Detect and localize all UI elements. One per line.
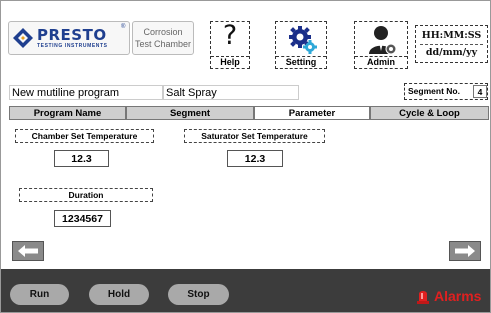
alarms-button[interactable]: Alarms (416, 286, 481, 306)
arrow-right-icon (455, 245, 475, 257)
setting-label: Setting (276, 56, 326, 68)
help-label: Help (211, 56, 249, 68)
tab-parameter[interactable]: Parameter (254, 106, 370, 120)
tab-bar: Program Name Segment Parameter Cycle & L… (9, 106, 489, 120)
stop-button[interactable]: Stop (168, 284, 229, 305)
chamber-title-line1: Corrosion (143, 27, 183, 37)
alarm-beacon-icon (417, 291, 429, 304)
tab-segment[interactable]: Segment (126, 106, 254, 120)
question-mark-icon: ? (222, 20, 238, 51)
saturator-temp-label: Saturator Set Temperature (184, 129, 325, 143)
hold-button[interactable]: Hold (89, 284, 149, 305)
datetime-divider (420, 44, 483, 45)
saturator-temp-input[interactable]: 12.3 (227, 150, 283, 167)
time-display: HH:MM:SS (421, 30, 482, 41)
program-type-field[interactable]: Salt Spray (163, 85, 299, 100)
alarms-label: Alarms (434, 288, 482, 304)
admin-label: Admin (355, 56, 407, 68)
gears-icon (289, 26, 317, 54)
duration-input[interactable]: 1234567 (54, 210, 111, 227)
logo-wordmark: PRESTO (37, 25, 107, 44)
chamber-title: Corrosion Test Chamber (132, 21, 194, 55)
arrow-left-icon (18, 245, 38, 257)
duration-label: Duration (19, 188, 153, 202)
admin-user-icon (369, 26, 397, 55)
chamber-title-line2: Test Chamber (134, 39, 192, 49)
logo-subtext: TESTING INSTRUMENTS (37, 42, 108, 49)
tab-program-name[interactable]: Program Name (9, 106, 126, 120)
app-screen: PRESTO TESTING INSTRUMENTS ® Corrosion T… (0, 0, 491, 313)
previous-button[interactable] (12, 241, 44, 261)
chamber-temp-label: Chamber Set Temperature (15, 129, 154, 143)
run-button[interactable]: Run (10, 284, 69, 305)
admin-button[interactable]: Admin (354, 21, 408, 69)
presto-logo-icon (13, 28, 33, 48)
program-name-field[interactable]: New mutiline program (9, 85, 163, 100)
parameter-panel: Chamber Set Temperature 12.3 Saturator S… (9, 122, 489, 235)
logo-registered-mark: ® (121, 24, 126, 30)
datetime-display: HH:MM:SS dd/mm/yy (415, 25, 488, 63)
setting-button[interactable]: Setting (275, 21, 327, 69)
chamber-temp-input[interactable]: 12.3 (54, 150, 109, 167)
tab-cycle-loop[interactable]: Cycle & Loop (370, 106, 489, 120)
date-display: dd/mm/yy (425, 47, 478, 58)
segment-number-value[interactable]: 4 (473, 85, 487, 98)
presto-logo: PRESTO TESTING INSTRUMENTS ® (8, 21, 130, 55)
help-button[interactable]: ? Help (210, 20, 250, 69)
next-button[interactable] (449, 241, 481, 261)
